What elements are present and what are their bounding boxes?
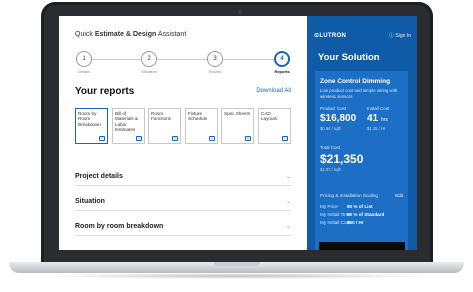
metric-my-price: My Price 80 % of List (320, 204, 403, 209)
report-card-spec-sheets[interactable]: Spec Sheets ⇩ (221, 108, 254, 144)
report-card-room-functions[interactable]: Room Functions ⇩ (148, 108, 181, 144)
download-icon[interactable]: ⇩ (282, 136, 288, 141)
metric-my-install-time: My Install Time 90 % of Standard (320, 212, 403, 217)
report-card-label: Room by Room Breakdown (78, 111, 101, 127)
section-label: Room by room breakdown (75, 223, 164, 230)
product-cost-value: $16,800 (320, 113, 357, 124)
total-cost-label: Total Cost (320, 145, 341, 150)
app-title-suffix: Assistant (156, 31, 187, 38)
step-number-active: 4 (274, 51, 290, 67)
metric-value: 90 % of Standard (347, 212, 385, 217)
report-card-room-by-room[interactable]: Room by Room Breakdown ⇩ (75, 108, 108, 144)
section-divider (75, 235, 291, 236)
reports-heading: Your reports (75, 86, 135, 97)
lutron-logo: ⊙LUTRON (314, 33, 347, 39)
step-label: Details (77, 69, 91, 74)
download-icon[interactable]: ⇩ (136, 136, 142, 141)
install-cost-value: 41 hrs (367, 113, 388, 124)
solution-card: Zone Control Dimming Low product cost an… (315, 71, 408, 250)
download-icon[interactable]: ⇩ (245, 136, 251, 141)
app-title-prefix: Quick (75, 31, 95, 38)
download-icon[interactable]: ⇩ (172, 136, 178, 141)
section-divider (75, 185, 291, 186)
install-cost-unit: hrs (380, 117, 388, 123)
assistant-main-panel: Quick Estimate & Design Assistant 1 Deta… (59, 16, 307, 250)
step-number: 3 (207, 51, 223, 67)
laptop-screen: Quick Estimate & Design Assistant 1 Deta… (59, 16, 417, 250)
step-rooms[interactable]: 3 Rooms (195, 51, 235, 74)
report-card-label: Room Functions (151, 111, 171, 122)
laptop-notch (214, 262, 260, 266)
total-cost-value: $21,350 (320, 152, 364, 166)
install-cost-sub: $1.15 / Hr (367, 126, 386, 131)
laptop-base (9, 262, 464, 273)
chevron-down-icon: ⌄ (285, 199, 291, 205)
stepper-track (84, 59, 284, 60)
report-card-label: Fixture Schedule (188, 111, 208, 122)
metric-label: My Install Cost (320, 220, 351, 225)
step-details[interactable]: 1 Details (64, 51, 104, 74)
download-icon[interactable]: ⇩ (209, 136, 215, 141)
camera-dot (238, 10, 242, 14)
product-cost-sub: $0.84 / sqft (320, 126, 341, 131)
app-title-bold: Estimate & Design (94, 31, 157, 38)
download-icon[interactable]: ⇩ (99, 136, 105, 141)
metric-value: 80 % of List (347, 204, 373, 209)
section-project-details[interactable]: Project details ⌄ (75, 173, 291, 186)
step-label-active: Reports (274, 69, 290, 74)
laptop-shadow (40, 273, 433, 279)
scaling-heading: Pricing & Installation Scaling (320, 193, 378, 198)
total-cost-sub: $1.07 / sqft (320, 167, 341, 172)
chevron-down-icon: ⌄ (285, 174, 291, 180)
app-title: Quick Estimate & Design Assistant (75, 31, 186, 38)
step-number: 1 (76, 51, 92, 67)
section-room-breakdown[interactable]: Room by room breakdown ⌄ (75, 223, 291, 236)
metric-value: $50 / Hr (347, 220, 364, 225)
metric-label: My Price (320, 204, 338, 209)
report-card-fixture-schedule[interactable]: Fixture Schedule ⇩ (185, 108, 218, 144)
step-label: Rooms (208, 69, 222, 74)
report-card-cad-layouts[interactable]: CAD Layouts ⇩ (258, 108, 291, 144)
install-cost-number: 41 (367, 113, 379, 124)
section-label: Situation (75, 198, 105, 205)
chevron-down-icon: ⌄ (285, 224, 291, 230)
solution-image-placeholder (319, 242, 405, 250)
install-cost-label: Install Cost (367, 106, 390, 111)
download-all-link[interactable]: Download All (256, 88, 291, 94)
section-label: Project details (75, 173, 123, 180)
solution-name: Zone Control Dimming (320, 78, 391, 85)
step-label: Situation (141, 69, 157, 74)
step-number: 2 (141, 51, 157, 67)
step-reports[interactable]: 4 Reports (262, 51, 302, 74)
solution-description: Low product cost and simple wiring with … (320, 88, 398, 99)
section-divider (75, 210, 291, 211)
report-card-label: Spec Sheets (224, 111, 251, 116)
sign-in-link[interactable]: ⓘ Sign In (389, 32, 411, 39)
report-card-bill-of-materials[interactable]: Bill of Materials & Labor Estimates ⇩ (112, 108, 145, 144)
report-card-label: Bill of Materials & Labor Estimates (115, 111, 138, 133)
solution-sidebar: ⊙LUTRON ⓘ Sign In Your Solution Zone Con… (307, 16, 417, 250)
solution-heading: Your Solution (318, 52, 380, 63)
product-cost-label: Product Cost (320, 106, 347, 111)
metric-my-install-cost: My Install Cost $50 / Hr (320, 220, 403, 225)
step-situation[interactable]: 2 Situation (129, 51, 169, 74)
report-cards: Room by Room Breakdown ⇩ Bill of Materia… (75, 108, 291, 144)
report-card-label: CAD Layouts (261, 111, 278, 122)
section-situation[interactable]: Situation ⌄ (75, 198, 291, 211)
edit-scaling-link[interactable]: Edit (395, 193, 403, 198)
